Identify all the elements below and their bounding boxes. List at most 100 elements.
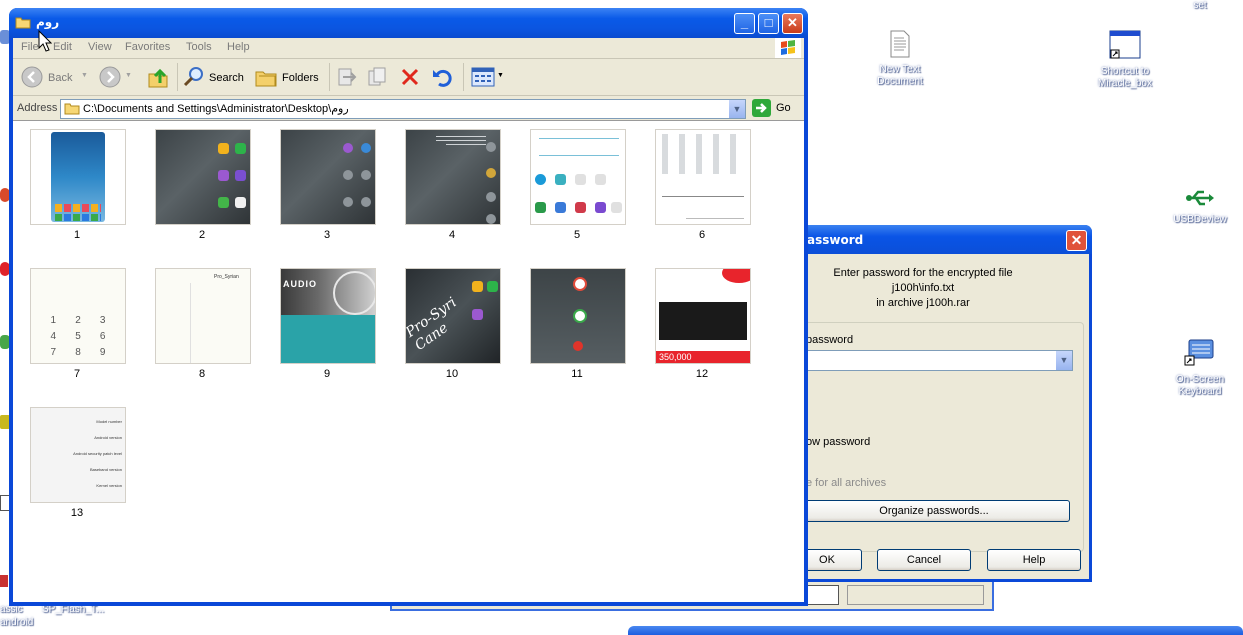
desktop-icon-usbdeview[interactable]: USBDeview [1160, 188, 1240, 226]
dialog-close-button[interactable]: ✕ [1066, 230, 1087, 251]
thumbnail-caption: 6 [698, 229, 706, 241]
dialog-title: assword [807, 233, 864, 247]
about-phone-list: Model number Android version Android sec… [73, 414, 122, 494]
standard-toolbar: Back ▼ ▼ Search Folders ▼ [13, 59, 804, 96]
back-button-label[interactable]: Back [48, 72, 72, 84]
address-input[interactable]: C:\Documents and Settings\Administrator\… [60, 99, 746, 119]
menu-view[interactable]: View [88, 41, 112, 53]
thumb-text: Android version [94, 435, 122, 440]
thumbnail-caption: 12 [695, 368, 709, 380]
explorer-titlebar[interactable]: روم _ □ ✕ [9, 8, 808, 38]
maximize-button[interactable]: □ [758, 13, 779, 34]
search-icon[interactable] [183, 66, 205, 88]
folders-button-label[interactable]: Folders [282, 72, 319, 84]
app-icon [611, 202, 622, 213]
delete-icon[interactable] [400, 67, 420, 87]
toolbar-separator [463, 63, 464, 91]
views-icon[interactable] [471, 67, 495, 87]
dialog-titlebar[interactable]: assword ✕ [795, 225, 1092, 254]
menu-favorites[interactable]: Favorites [125, 41, 170, 53]
desktop-icon-partial-top[interactable]: set [1160, 0, 1240, 12]
emergency-icon [573, 341, 583, 351]
copy-to-icon[interactable] [366, 66, 388, 88]
address-value[interactable]: C:\Documents and Settings\Administrator\… [83, 102, 349, 115]
desktop-icon-new-text-document[interactable]: New Text Document [860, 30, 940, 88]
forward-dropdown-icon[interactable]: ▼ [125, 72, 132, 79]
address-dropdown-button[interactable]: ▼ [729, 100, 745, 118]
desktop-icon-miracle-box[interactable]: Shortcut to Miracle_box [1085, 30, 1165, 90]
go-arrow-icon[interactable] [752, 99, 771, 117]
app-icon [218, 143, 229, 154]
folder-icon [64, 103, 80, 115]
price-banner: 350,000 [656, 351, 750, 363]
use-for-all-label[interactable]: e for all archives [806, 477, 886, 489]
forward-arrow-icon[interactable] [99, 66, 121, 88]
cancel-button[interactable]: Cancel [877, 549, 971, 571]
back-arrow-icon[interactable] [21, 66, 43, 88]
dial-digit: 6 [99, 331, 106, 342]
thumbnail-caption: 2 [198, 229, 206, 241]
app-icon [555, 174, 566, 185]
address-label: Address [17, 102, 58, 114]
partial-desktop-icon[interactable] [0, 575, 8, 587]
thumbnail-3[interactable] [280, 129, 376, 225]
thumbnail-8[interactable]: Pro_Syrian [155, 268, 251, 364]
go-button-label[interactable]: Go [776, 102, 791, 114]
folders-icon[interactable] [254, 66, 278, 88]
close-button[interactable]: ✕ [782, 13, 803, 34]
app-dot [55, 214, 101, 221]
thumbnail-9[interactable]: AUDIO [280, 268, 376, 364]
thumb-text: Baseband version [89, 467, 122, 472]
menu-file[interactable]: File [21, 41, 39, 53]
thumbnail-caption: 13 [70, 507, 84, 519]
organize-passwords-button[interactable]: Organize passwords... [798, 500, 1070, 522]
thumbnail-12[interactable]: 350,000 [655, 268, 751, 364]
text-document-icon [890, 30, 910, 58]
thumbnail-caption: 1 [73, 229, 81, 241]
app-icon [361, 197, 371, 207]
address-bar: Address C:\Documents and Settings\Admini… [13, 96, 804, 121]
explorer-window[interactable]: روم _ □ ✕ File Edit View Favorites Tools… [9, 8, 808, 606]
thumbnail-10[interactable]: Pro-Syri Cane [405, 268, 501, 364]
move-to-icon[interactable] [335, 66, 357, 88]
app-icon [486, 192, 496, 202]
menu-tools[interactable]: Tools [186, 41, 212, 53]
thumbnail-caption: 7 [73, 368, 81, 380]
text-line [446, 144, 486, 145]
desktop-icon-on-screen-keyboard[interactable]: On-Screen Keyboard [1160, 338, 1240, 398]
dial-digit: 2 [75, 315, 81, 326]
back-dropdown-icon[interactable]: ▼ [81, 72, 88, 79]
thumbnail-2[interactable] [155, 129, 251, 225]
thumbnail-7[interactable]: 1 2 3 4 5 6 7 8 9 [30, 268, 126, 364]
up-folder-icon[interactable] [146, 65, 170, 89]
menu-help[interactable]: Help [227, 41, 250, 53]
minimize-button[interactable]: _ [734, 13, 755, 34]
undo-icon[interactable] [431, 66, 453, 88]
password-label: password [806, 334, 854, 346]
password-dialog[interactable]: assword ✕ Enter password for the encrypt… [792, 225, 1092, 582]
thumbnail-6[interactable] [655, 129, 751, 225]
background-window-titlebar[interactable] [628, 626, 1243, 635]
text-line [686, 218, 744, 219]
slider-track [662, 196, 744, 197]
password-input[interactable]: ▼ [798, 350, 1073, 371]
app-icon [575, 202, 586, 213]
window-title: روم [36, 15, 60, 29]
app-icon [343, 170, 353, 180]
dropdown-button[interactable]: ▼ [1055, 351, 1072, 370]
thumbnail-11[interactable] [530, 268, 626, 364]
app-icon [235, 143, 246, 154]
app-icon [487, 281, 498, 292]
thumbnail-caption: 10 [445, 368, 459, 380]
menu-edit[interactable]: Edit [53, 41, 72, 53]
thumbnail-1[interactable] [30, 129, 126, 225]
thumbnail-5[interactable] [530, 129, 626, 225]
views-dropdown-icon[interactable]: ▼ [497, 72, 504, 79]
help-button[interactable]: Help [987, 549, 1081, 571]
thumbnail-4[interactable] [405, 129, 501, 225]
search-button-label[interactable]: Search [209, 72, 244, 84]
background-window-pane [847, 585, 984, 605]
show-password-label[interactable]: ow password [806, 436, 870, 448]
app-icon [575, 174, 586, 185]
thumbnail-13[interactable]: Model number Android version Android sec… [30, 407, 126, 503]
